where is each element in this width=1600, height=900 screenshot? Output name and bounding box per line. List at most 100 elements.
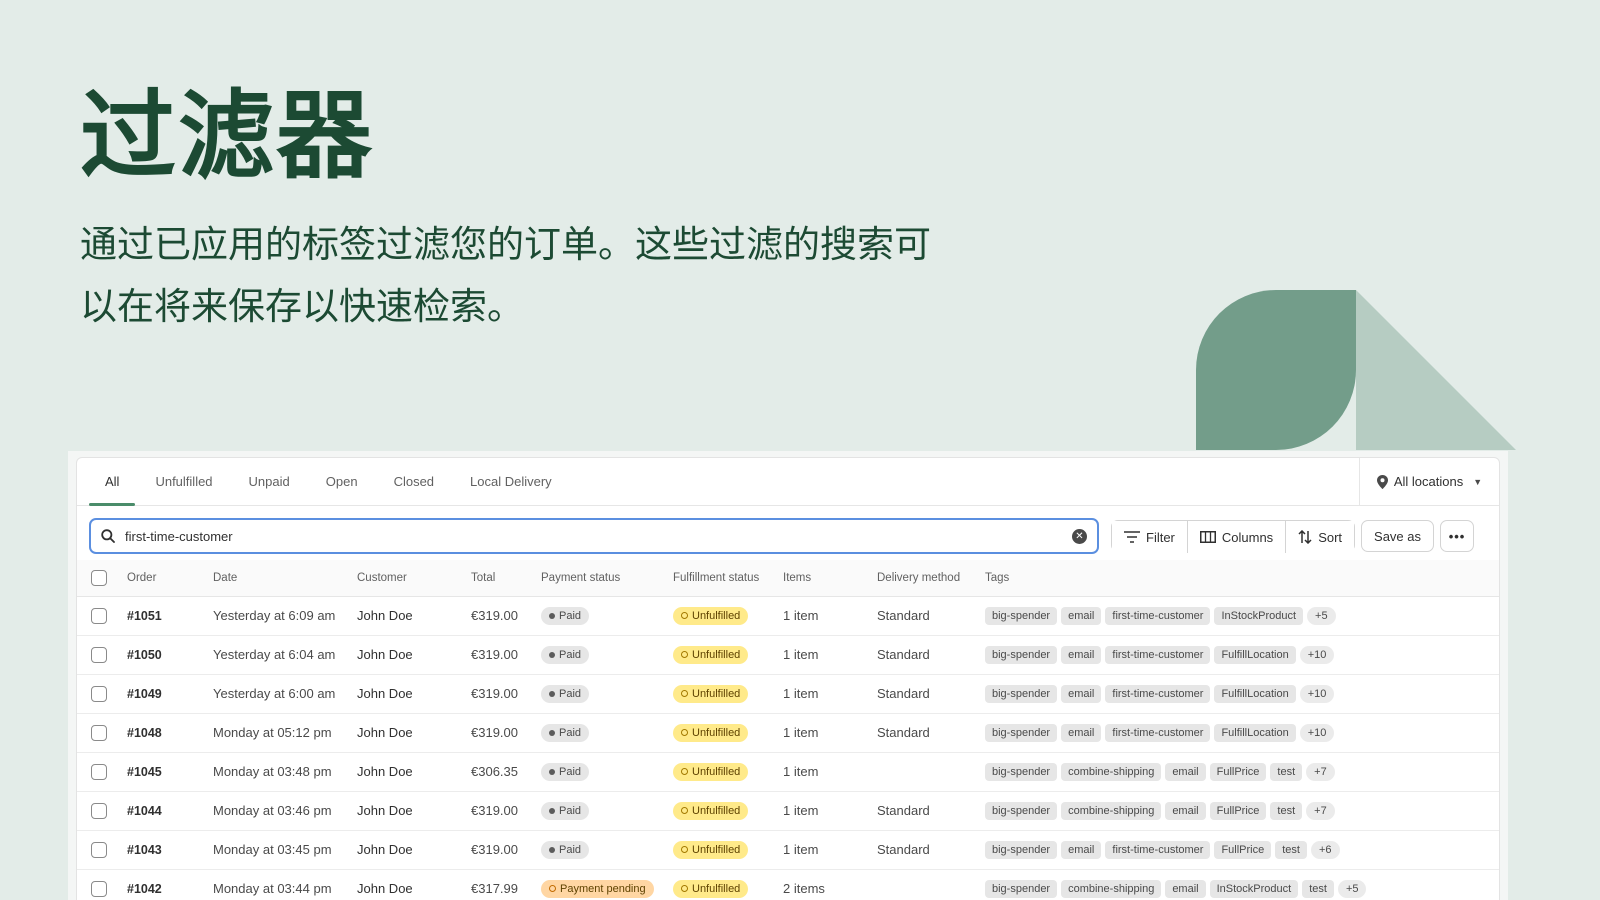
unfulfilled-indicator-icon — [681, 846, 688, 853]
columns-button[interactable]: Columns — [1187, 521, 1287, 553]
tab-local-delivery[interactable]: Local Delivery — [452, 458, 570, 505]
tag-chip: email — [1061, 840, 1102, 859]
order-number[interactable]: #1042 — [127, 882, 162, 896]
tags-cell: big-spender email first-time-customer Fulfi… — [985, 635, 1499, 675]
item-count: 1 item — [783, 635, 877, 675]
order-number[interactable]: #1045 — [127, 765, 162, 779]
row-checkbox[interactable] — [91, 685, 107, 702]
filter-button[interactable]: Filter — [1112, 521, 1188, 553]
header-fulfillment-status[interactable]: Fulfillment status — [673, 560, 783, 597]
orders-toolbar: ✕ Filter Columns — [77, 506, 1499, 560]
location-selector[interactable]: All locations ▼ — [1359, 458, 1499, 505]
header-items[interactable]: Items — [783, 560, 877, 597]
select-all-checkbox[interactable] — [91, 569, 107, 586]
table-row[interactable]: #1042 Monday at 03:44 pm John Doe €317.99 Pa… — [77, 869, 1499, 900]
unfulfilled-indicator-icon — [681, 768, 688, 775]
table-header-row: Order Date Customer Total Payment status… — [77, 560, 1499, 597]
tag-chip: first-time-customer — [1105, 723, 1211, 742]
delivery-method: Standard — [877, 596, 985, 636]
header-order[interactable]: Order — [123, 560, 213, 597]
tag-chip: email — [1061, 684, 1102, 703]
order-date: Monday at 03:46 pm — [213, 791, 357, 831]
more-tags-count[interactable]: +7 — [1306, 801, 1335, 820]
tag-chip: big-spender — [985, 723, 1058, 742]
header-payment-status[interactable]: Payment status — [541, 560, 673, 597]
tab-unfulfilled[interactable]: Unfulfilled — [137, 458, 230, 505]
item-count: 1 item — [783, 830, 877, 870]
header-tags[interactable]: Tags — [985, 560, 1499, 597]
more-tags-count[interactable]: +6 — [1310, 840, 1340, 859]
unfulfilled-indicator-icon — [681, 729, 688, 736]
order-number[interactable]: #1044 — [127, 804, 162, 818]
order-number[interactable]: #1049 — [127, 687, 162, 701]
header-customer[interactable]: Customer — [357, 560, 471, 597]
tag-chip: email — [1165, 762, 1206, 781]
row-checkbox[interactable] — [91, 763, 107, 780]
tag-chip: big-spender — [985, 645, 1058, 664]
save-as-button[interactable]: Save as — [1361, 520, 1435, 552]
table-row[interactable]: #1050 Yesterday at 6:04 am John Doe €319.00… — [77, 635, 1499, 675]
table-row[interactable]: #1043 Monday at 03:45 pm John Doe €319.00 Pa… — [77, 830, 1499, 870]
order-total: €319.00 — [471, 635, 541, 675]
paid-indicator-icon — [549, 651, 555, 658]
orders-table: Order Date Customer Total Payment status… — [77, 560, 1499, 900]
orders-panel: All Unfulfilled Unpaid Open Closed Local… — [68, 451, 1508, 900]
tab-closed[interactable]: Closed — [376, 458, 452, 505]
more-tags-count[interactable]: +10 — [1299, 723, 1335, 742]
delivery-method — [877, 869, 985, 900]
status-tabs: All Unfulfilled Unpaid Open Closed Local… — [77, 458, 1499, 506]
order-total: €306.35 — [471, 752, 541, 792]
tag-chip: big-spender — [985, 762, 1058, 781]
paid-indicator-icon — [549, 846, 555, 853]
order-number[interactable]: #1051 — [127, 609, 162, 623]
more-actions-button[interactable]: ••• — [1440, 520, 1475, 552]
clear-search-icon[interactable]: ✕ — [1072, 528, 1087, 544]
tags-cell: big-spender email first-time-customer FullP… — [985, 830, 1499, 870]
fulfillment-status-badge: Unfulfilled — [673, 684, 749, 703]
tab-open[interactable]: Open — [308, 458, 376, 505]
filter-icon — [1124, 531, 1140, 543]
row-checkbox[interactable] — [91, 724, 107, 741]
order-total: €317.99 — [471, 869, 541, 900]
item-count: 1 item — [783, 713, 877, 753]
header-total[interactable]: Total — [471, 560, 541, 597]
table-row[interactable]: #1045 Monday at 03:48 pm John Doe €306.35 Pa… — [77, 752, 1499, 792]
sort-label: Sort — [1318, 529, 1343, 545]
row-checkbox[interactable] — [91, 646, 107, 663]
more-tags-count[interactable]: +5 — [1307, 606, 1336, 625]
tag-chip: test — [1270, 801, 1303, 820]
payment-status-badge: Paid — [541, 684, 590, 703]
tab-unpaid[interactable]: Unpaid — [231, 458, 308, 505]
payment-status-badge: Paid — [541, 723, 590, 742]
tag-chip: FulfillLocation — [1214, 684, 1296, 703]
more-tags-count[interactable]: +10 — [1299, 645, 1335, 664]
table-row[interactable]: #1044 Monday at 03:46 pm John Doe €319.00 Pa… — [77, 791, 1499, 831]
sort-button[interactable]: Sort — [1286, 521, 1355, 553]
search-input[interactable] — [125, 528, 1062, 544]
order-number[interactable]: #1043 — [127, 843, 162, 857]
table-row[interactable]: #1048 Monday at 05:12 pm John Doe €319.00 Pa… — [77, 713, 1499, 753]
more-tags-count[interactable]: +10 — [1299, 684, 1335, 703]
header-delivery-method[interactable]: Delivery method — [877, 560, 985, 597]
tag-chip: FullPrice — [1209, 801, 1267, 820]
order-date: Monday at 03:44 pm — [213, 869, 357, 900]
paid-indicator-icon — [549, 690, 555, 697]
row-checkbox[interactable] — [91, 607, 107, 624]
tag-chip: big-spender — [985, 801, 1058, 820]
customer-name: John Doe — [357, 752, 471, 792]
tab-all[interactable]: All — [87, 458, 137, 506]
table-row[interactable]: #1049 Yesterday at 6:00 am John Doe €319.00… — [77, 674, 1499, 714]
row-checkbox[interactable] — [91, 802, 107, 819]
order-number[interactable]: #1048 — [127, 726, 162, 740]
row-checkbox[interactable] — [91, 841, 107, 858]
row-checkbox[interactable] — [91, 880, 107, 897]
more-tags-count[interactable]: +7 — [1306, 762, 1335, 781]
table-row[interactable]: #1051 Yesterday at 6:09 am John Doe €319.00… — [77, 596, 1499, 636]
order-total: €319.00 — [471, 830, 541, 870]
order-number[interactable]: #1050 — [127, 648, 162, 662]
fulfillment-status-badge: Unfulfilled — [673, 879, 749, 898]
order-total: €319.00 — [471, 596, 541, 636]
more-tags-count[interactable]: +5 — [1337, 879, 1367, 898]
header-date[interactable]: Date — [213, 560, 357, 597]
delivery-method: Standard — [877, 674, 985, 714]
